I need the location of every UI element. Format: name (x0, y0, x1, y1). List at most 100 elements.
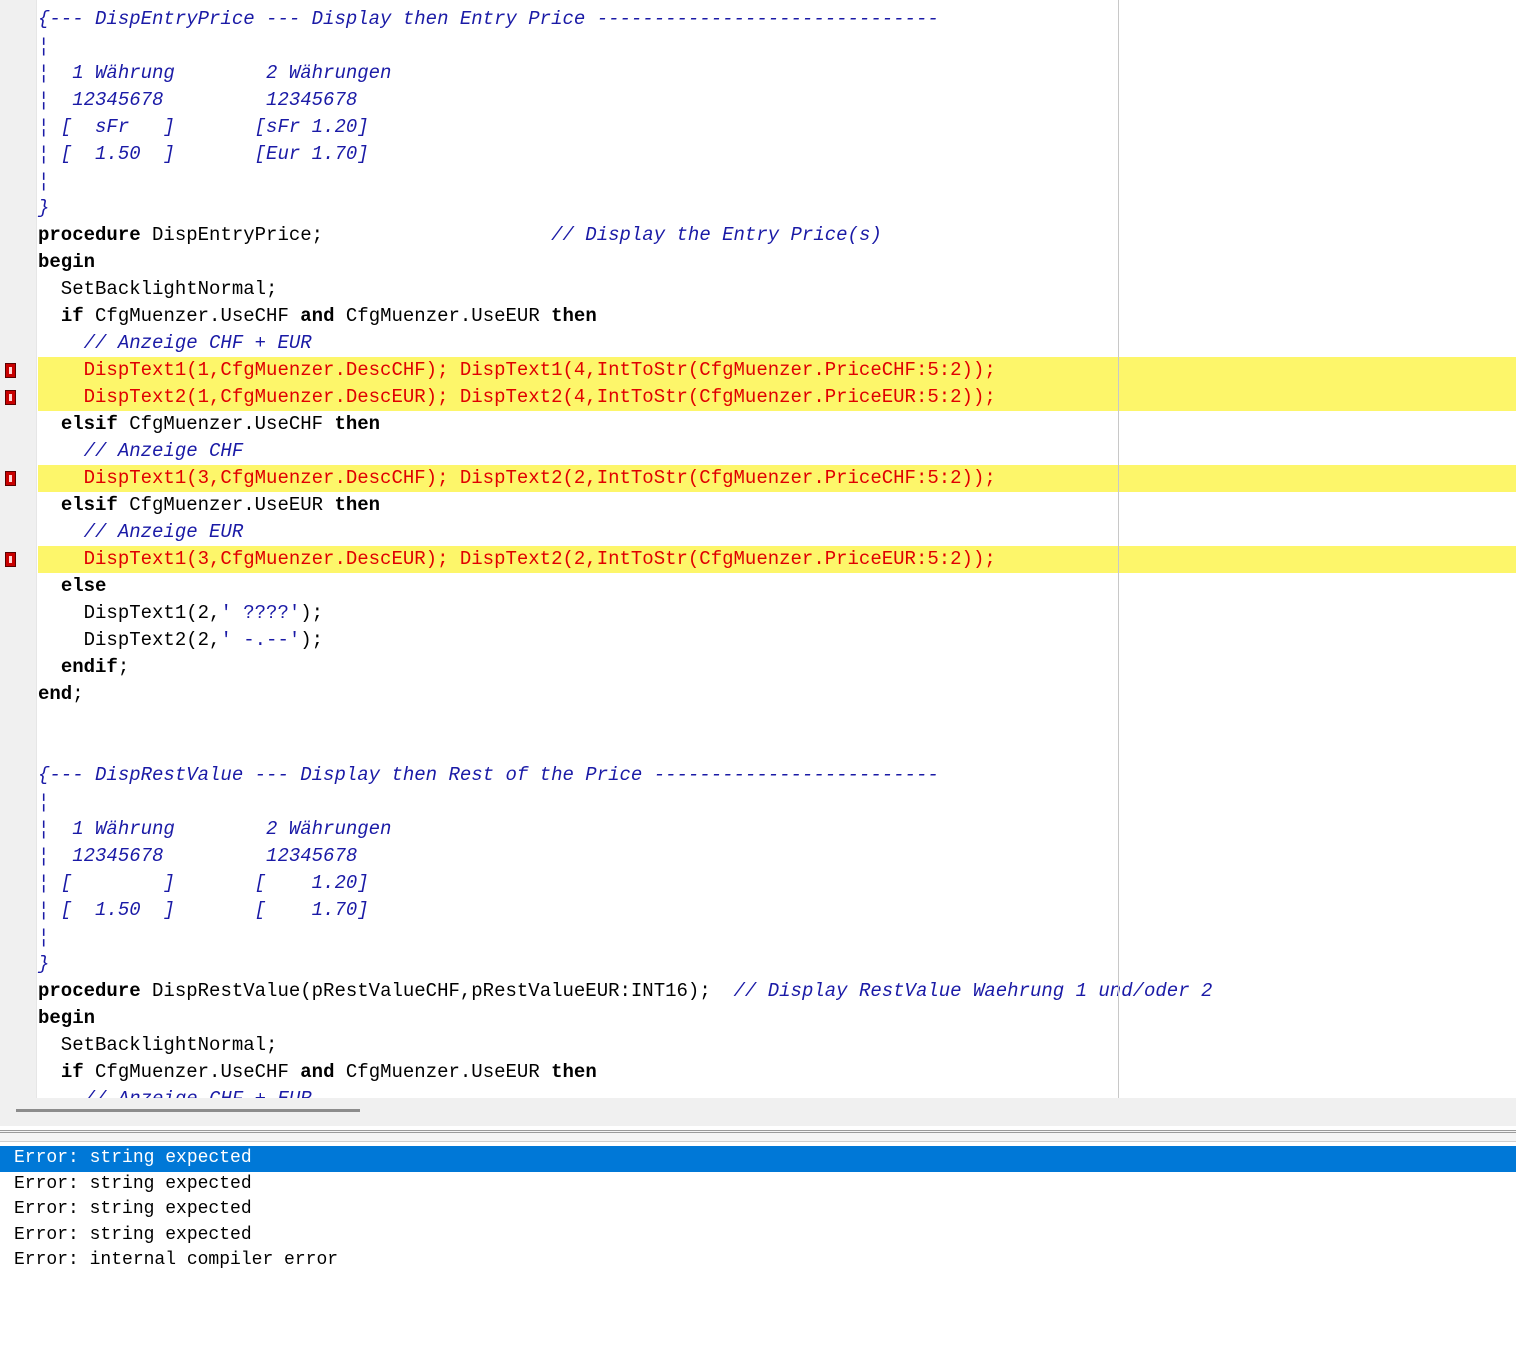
error-message-item[interactable]: Error: string expected (0, 1172, 1516, 1198)
code-line[interactable]: elsif CfgMuenzer.UseEUR then (0, 492, 1516, 519)
code-token: then (334, 413, 381, 435)
horizontal-scrollbar[interactable] (0, 1098, 1516, 1126)
code-line-text: {--- DispRestValue --- Display then Rest… (38, 762, 939, 789)
code-line[interactable]: if CfgMuenzer.UseCHF and CfgMuenzer.UseE… (0, 303, 1516, 330)
code-editor[interactable]: {--- DispEntryPrice --- Display then Ent… (0, 0, 1516, 1098)
code-line[interactable]: ¦ 12345678 12345678 (0, 87, 1516, 114)
code-line[interactable]: ¦ 12345678 12345678 (0, 843, 1516, 870)
code-token: and (300, 305, 335, 327)
pane-splitter[interactable] (0, 1130, 1516, 1142)
code-line[interactable]: // Anzeige CHF + EUR (0, 330, 1516, 357)
error-message-item[interactable]: Error: string expected (0, 1146, 1516, 1172)
error-code-line[interactable]: DispText1(3,CfgMuenzer.DescEUR); DispTex… (0, 546, 1516, 573)
code-line-text: DispText1(3,CfgMuenzer.DescEUR); DispTex… (38, 546, 996, 573)
code-token: ¦ 1 Währung 2 Währungen (38, 62, 392, 84)
code-token: ¦ 12345678 12345678 (38, 845, 358, 867)
code-line[interactable]: // Anzeige CHF (0, 438, 1516, 465)
error-marker-icon[interactable] (5, 390, 16, 405)
code-line[interactable]: endif; (0, 654, 1516, 681)
code-line-text: {--- DispEntryPrice --- Display then Ent… (38, 6, 939, 33)
code-line[interactable]: ¦ (0, 789, 1516, 816)
code-line[interactable]: // Anzeige EUR (0, 519, 1516, 546)
code-line[interactable] (0, 735, 1516, 762)
code-line[interactable]: ¦ 1 Währung 2 Währungen (0, 60, 1516, 87)
error-code-line[interactable]: DispText1(1,CfgMuenzer.DescCHF); DispTex… (0, 357, 1516, 384)
code-line[interactable]: begin (0, 249, 1516, 276)
code-token: DispText2(1,CfgMuenzer.DescEUR); DispTex… (38, 386, 996, 408)
code-token: ¦ [ 1.50 ] [Eur 1.70] (38, 143, 369, 165)
scrollbar-thumb[interactable] (16, 1109, 360, 1112)
code-token: end (38, 683, 73, 705)
code-line[interactable]: ¦ 1 Währung 2 Währungen (0, 816, 1516, 843)
code-token: DispText1(3,CfgMuenzer.DescEUR); DispTex… (38, 548, 996, 570)
code-token: CfgMuenzer.UseCHF (117, 413, 335, 435)
error-message-item[interactable]: Error: internal compiler error (0, 1248, 1516, 1274)
code-line[interactable]: elsif CfgMuenzer.UseCHF then (0, 411, 1516, 438)
code-line[interactable]: {--- DispRestValue --- Display then Rest… (0, 762, 1516, 789)
code-line[interactable]: ¦ [ 1.50 ] [ 1.70] (0, 897, 1516, 924)
code-line-text: SetBacklightNormal; (38, 1032, 278, 1059)
code-line[interactable]: else (0, 573, 1516, 600)
error-marker-icon[interactable] (5, 363, 16, 378)
code-line[interactable]: ¦ [ ] [ 1.20] (0, 870, 1516, 897)
code-line-text: endif; (38, 654, 129, 681)
code-line[interactable]: ¦ (0, 924, 1516, 951)
code-token: {--- DispRestValue --- Display then Rest… (38, 764, 939, 786)
code-line[interactable]: procedure DispRestValue(pRestValueCHF,pR… (0, 978, 1516, 1005)
code-line[interactable]: procedure DispEntryPrice; // Display the… (0, 222, 1516, 249)
code-line[interactable] (0, 708, 1516, 735)
code-line[interactable]: SetBacklightNormal; (0, 276, 1516, 303)
code-token: CfgMuenzer.UseCHF (83, 305, 301, 327)
code-lines: {--- DispEntryPrice --- Display then Ent… (0, 6, 1516, 1098)
code-line[interactable]: end; (0, 681, 1516, 708)
code-token: DispRestValue(pRestValueCHF,pRestValueEU… (140, 980, 734, 1002)
code-token: ; (72, 683, 84, 705)
error-message-list: Error: string expected Error: string expe… (0, 1146, 1516, 1347)
code-token: elsif (60, 413, 118, 435)
code-line-text: DispText2(2,' -.--'); (38, 627, 323, 654)
error-message-item[interactable]: Error: string expected (0, 1197, 1516, 1223)
code-line-text: // Anzeige CHF + EUR (38, 330, 312, 357)
code-token: SetBacklightNormal; (38, 1034, 278, 1056)
code-line[interactable]: // Anzeige CHF + EUR (0, 1086, 1516, 1098)
right-margin-guide (1118, 0, 1119, 1098)
code-token: SetBacklightNormal; (38, 278, 278, 300)
error-marker-icon[interactable] (5, 552, 16, 567)
code-line[interactable]: } (0, 195, 1516, 222)
code-line[interactable]: {--- DispEntryPrice --- Display then Ent… (0, 6, 1516, 33)
code-line[interactable]: if CfgMuenzer.UseCHF and CfgMuenzer.UseE… (0, 1059, 1516, 1086)
code-token: // Anzeige CHF + EUR (38, 332, 312, 354)
code-token: if (60, 305, 84, 327)
code-line[interactable]: } (0, 951, 1516, 978)
code-line-text: ¦ 1 Währung 2 Währungen (38, 816, 391, 843)
code-line-text: if CfgMuenzer.UseCHF and CfgMuenzer.UseE… (38, 1059, 597, 1086)
code-line-text: ¦ 12345678 12345678 (38, 843, 357, 870)
error-code-line[interactable]: DispText1(3,CfgMuenzer.DescCHF); DispTex… (0, 465, 1516, 492)
code-line[interactable]: ¦ [ sFr ] [sFr 1.20] (0, 114, 1516, 141)
code-line[interactable]: ¦ (0, 33, 1516, 60)
code-line-text: SetBacklightNormal; (38, 276, 278, 303)
code-line-text: procedure DispEntryPrice; // Display the… (38, 222, 882, 249)
error-message-item[interactable]: Error: string expected (0, 1223, 1516, 1249)
code-token: CfgMuenzer.UseEUR (117, 494, 335, 516)
code-line[interactable]: SetBacklightNormal; (0, 1032, 1516, 1059)
code-line[interactable]: ¦ (0, 168, 1516, 195)
error-marker-icon[interactable] (5, 471, 16, 486)
code-line-text: end; (38, 681, 84, 708)
code-token: CfgMuenzer.UseEUR (334, 1061, 552, 1083)
code-token: if (60, 1061, 84, 1083)
code-token: ¦ (38, 926, 50, 948)
code-token: // Anzeige CHF + EUR (38, 1088, 312, 1098)
code-token: CfgMuenzer.UseEUR (334, 305, 552, 327)
error-code-line[interactable]: DispText2(1,CfgMuenzer.DescEUR); DispTex… (0, 384, 1516, 411)
code-line[interactable]: DispText2(2,' -.--'); (0, 627, 1516, 654)
code-token: ' -.--' (220, 629, 301, 651)
code-line[interactable]: begin (0, 1005, 1516, 1032)
code-line[interactable]: ¦ [ 1.50 ] [Eur 1.70] (0, 141, 1516, 168)
code-line[interactable]: DispText1(2,' ????'); (0, 600, 1516, 627)
code-line-text: begin (38, 1005, 95, 1032)
